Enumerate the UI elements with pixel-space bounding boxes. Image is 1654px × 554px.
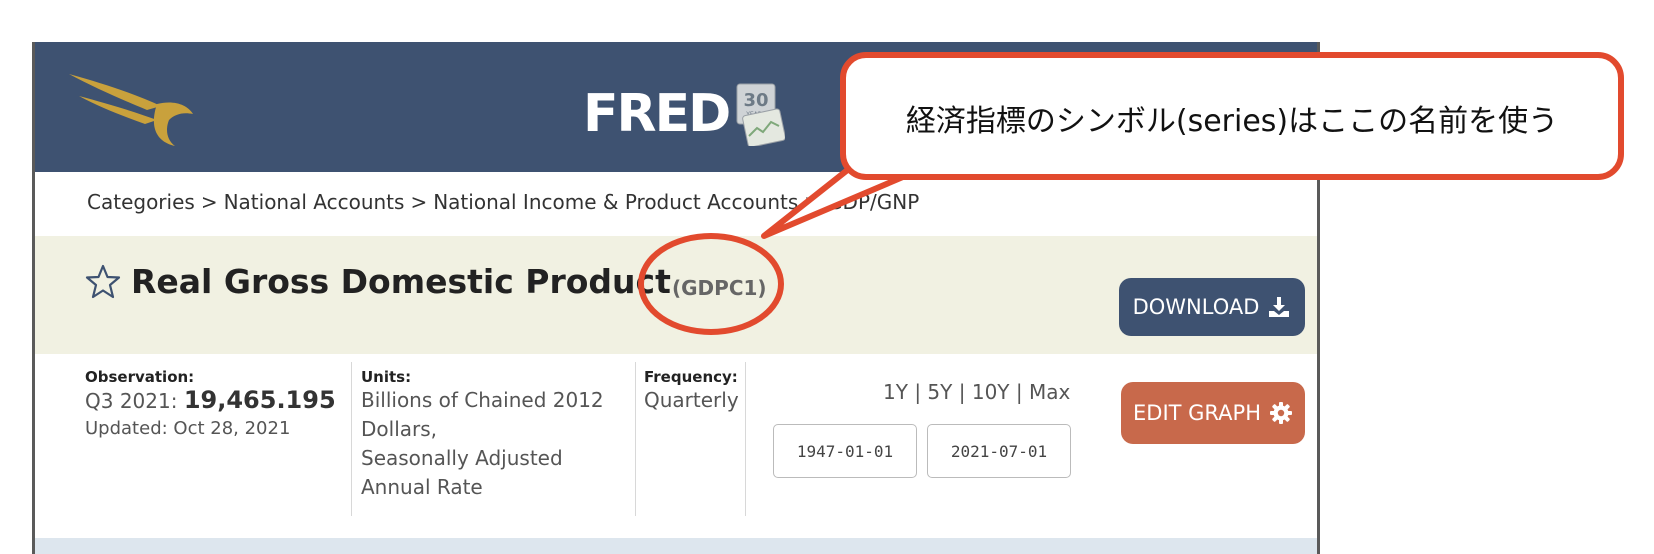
edit-graph-label: EDIT GRAPH [1133,401,1261,425]
observation-label: Observation: [85,368,195,386]
breadcrumb-separator: > [200,190,218,214]
download-button[interactable]: DOWNLOAD [1119,278,1305,336]
frequency-value: Quarterly [644,388,739,412]
download-icon [1269,297,1290,317]
breadcrumb-national-accounts[interactable]: National Accounts [224,190,405,214]
range-1y-link[interactable]: 1Y [883,380,908,404]
breadcrumb-gdp-gnp[interactable]: GDP/GNP [827,190,919,214]
fred-wordmark: FRED [583,84,731,144]
callout-annotation: 経済指標のシンボル(series)はここの名前を使う [840,52,1624,180]
units-line-4: Annual Rate [361,475,483,499]
frequency-label: Frequency: [644,368,738,386]
units-line-1: Billions of Chained 2012 [361,388,604,412]
units-line-3: Seasonally Adjusted [361,446,563,470]
fred-logo[interactable]: FRED 30 YEARS [583,74,786,154]
start-date-input[interactable] [773,424,917,478]
breadcrumb-nipa[interactable]: National Income & Product Accounts [433,190,798,214]
anniversary-badge-icon: 30 YEARS [736,83,786,146]
series-id: (GDPC1) [672,276,767,300]
observation-value-line: Q3 2021: 19,465.195 [85,386,345,416]
range-10y-link[interactable]: 10Y [972,380,1010,404]
frequency-column: Frequency: Quarterly [644,354,754,516]
units-column: Units: Billions of Chained 2012 Dollars,… [361,354,641,516]
eagle-logo-icon[interactable] [65,70,205,146]
observation-column: Observation: Q3 2021: 19,465.195 Updated… [85,354,345,516]
units-label: Units: [361,368,412,386]
download-label: DOWNLOAD [1132,295,1260,319]
observation-value: 19,465.195 [183,386,336,414]
updated-date: Updated: Oct 28, 2021 [85,418,291,439]
gear-icon [1269,402,1292,424]
column-divider [351,362,352,516]
units-line-2: Dollars, [361,417,438,441]
breadcrumb: Categories > National Accounts > National In… [87,190,919,214]
callout-text: 経済指標のシンボル(series)はここの名前を使う [905,104,1559,139]
range-max-link[interactable]: Max [1029,380,1070,404]
star-favorite-icon[interactable] [85,264,121,300]
end-date-input[interactable] [927,424,1071,478]
range-5y-link[interactable]: 5Y [927,380,952,404]
chart-area-top [35,538,1317,554]
breadcrumb-separator: > [410,190,428,214]
breadcrumb-separator: > [804,190,822,214]
observation-period: Q3 2021: [85,389,178,413]
breadcrumb-categories[interactable]: Categories [87,190,195,214]
edit-graph-button[interactable]: EDIT GRAPH [1121,382,1305,444]
range-links: 1Y | 5Y | 10Y | Max [883,380,1071,404]
series-title: Real Gross Domestic Product [131,262,671,301]
column-divider [745,362,746,516]
svg-text:30: 30 [744,90,769,111]
column-divider [635,362,636,516]
